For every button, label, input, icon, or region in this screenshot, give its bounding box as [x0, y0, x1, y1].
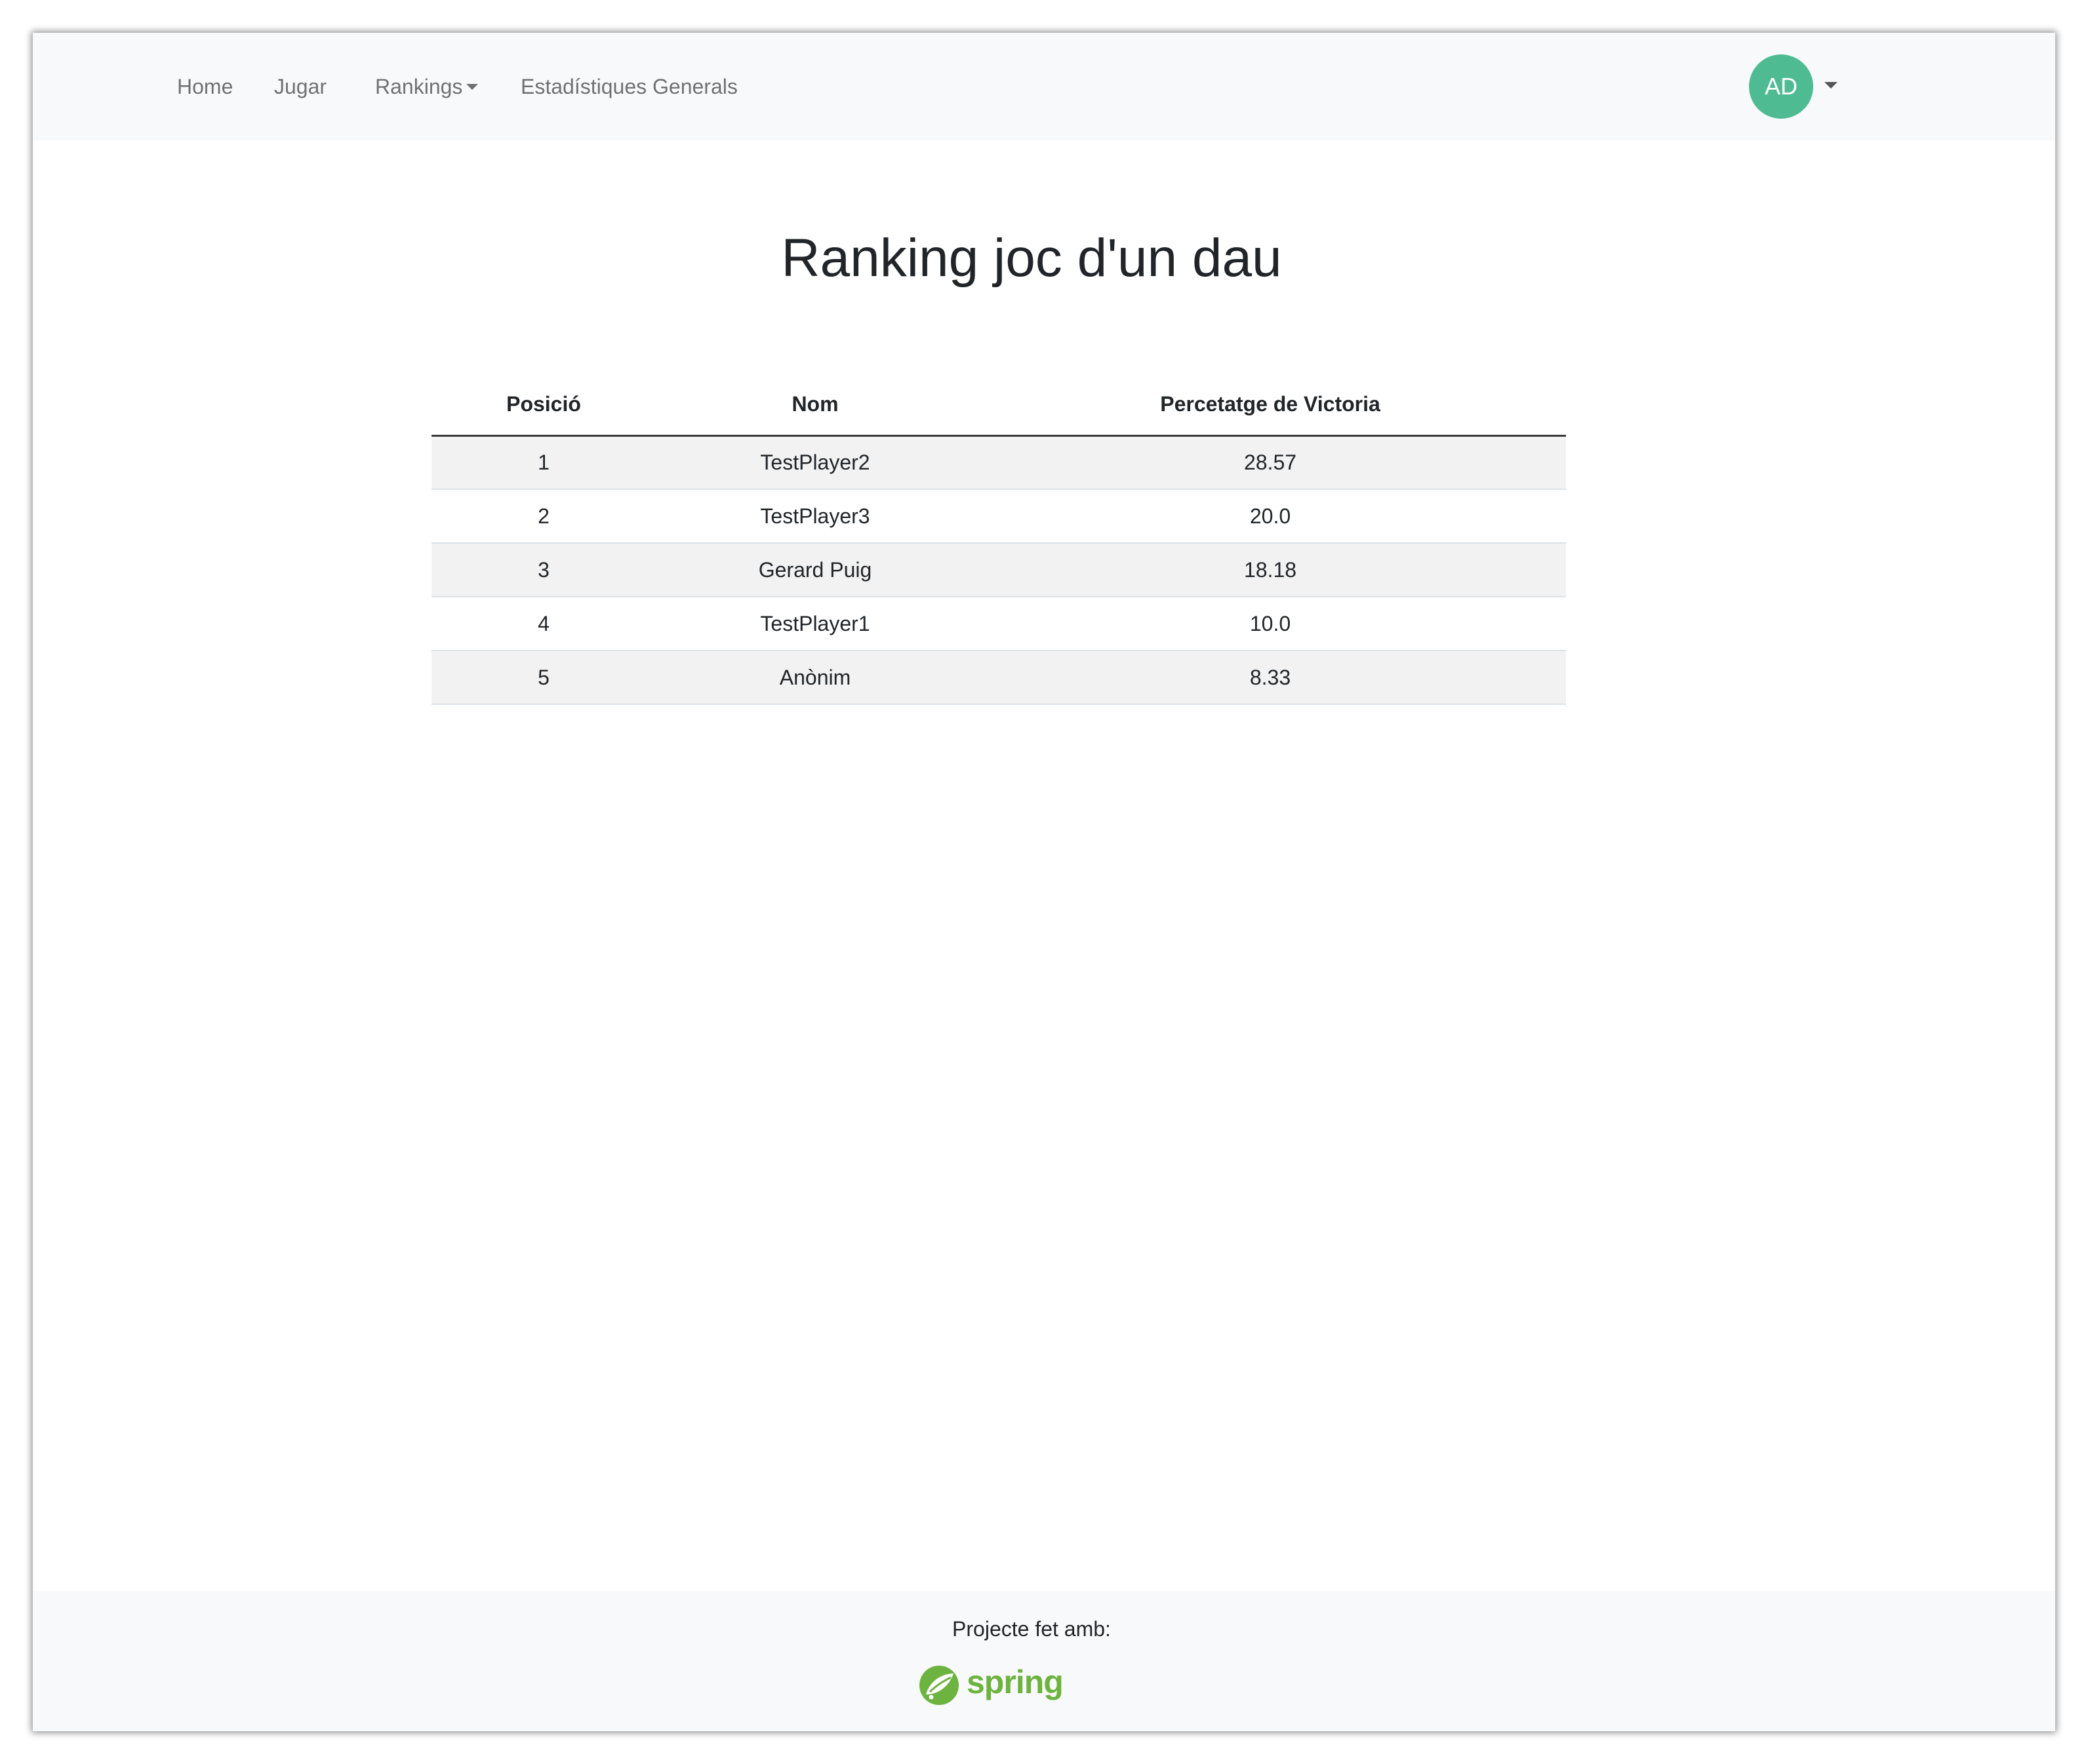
table-row: 1 TestPlayer2 28.57 [432, 435, 1566, 490]
cell-position: 1 [432, 435, 656, 490]
cell-name: TestPlayer1 [656, 597, 974, 651]
nav-estadistiques-link[interactable]: Estadístiques Generals [521, 33, 738, 140]
table-row: 2 TestPlayer3 20.0 [432, 489, 1566, 544]
cell-percentage: 28.57 [974, 435, 1566, 490]
cell-name: Anònim [656, 651, 974, 705]
navbar: Home Jugar Rankings Estadístiques Genera… [33, 33, 2055, 140]
table-header-row: Posició Nom Percetatge de Victoria [432, 374, 1566, 437]
nav-rankings-label: Rankings [375, 75, 463, 98]
user-menu-chevron-down-icon[interactable] [1824, 82, 1837, 89]
nav-rankings-dropdown[interactable]: Rankings [375, 33, 479, 140]
cell-percentage: 8.33 [974, 651, 1566, 705]
footer-text: Projecte fet amb: [952, 1617, 1111, 1641]
cell-name: TestPlayer3 [656, 489, 974, 544]
table-row: 5 Anònim 8.33 [432, 651, 1566, 705]
cell-position: 2 [432, 489, 656, 544]
nav-jugar-link[interactable]: Jugar [274, 33, 327, 140]
page-title: Ranking joc d'un dau [781, 228, 1282, 288]
table-row: 3 Gerard Puig 18.18 [432, 543, 1566, 597]
footer: Projecte fet amb: spring [33, 1591, 2055, 1731]
cell-name: Gerard Puig [656, 543, 974, 597]
cell-position: 4 [432, 597, 656, 651]
spring-logo-text: spring [967, 1664, 1063, 1700]
cell-percentage: 20.0 [974, 489, 1566, 544]
spring-logo-icon: spring [919, 1664, 1064, 1705]
cell-position: 3 [432, 543, 656, 597]
header-nom: Nom [656, 374, 974, 437]
cell-position: 5 [432, 651, 656, 705]
cell-name: TestPlayer2 [656, 435, 974, 490]
ranking-table: Posició Nom Percetatge de Victoria 1 Tes… [432, 374, 1566, 705]
cell-percentage: 18.18 [974, 543, 1566, 597]
user-avatar[interactable]: AD [1749, 54, 1813, 119]
nav-home-link[interactable]: Home [177, 33, 233, 140]
table-row: 4 TestPlayer1 10.0 [432, 597, 1566, 651]
cell-percentage: 10.0 [974, 597, 1566, 651]
header-percentatge: Percetatge de Victoria [974, 374, 1566, 437]
chevron-down-icon [466, 84, 479, 90]
header-posicio: Posició [432, 374, 656, 437]
browser-window: Home Jugar Rankings Estadístiques Genera… [33, 33, 2055, 1731]
